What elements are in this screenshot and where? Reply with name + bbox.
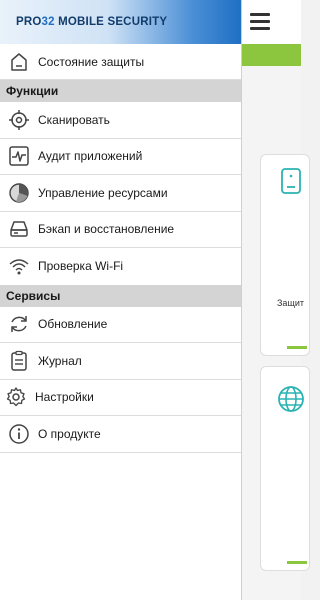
menu-item-wifi-check[interactable]: Проверка Wi-Fi <box>0 248 241 285</box>
section-header-services: Сервисы <box>0 284 241 307</box>
dashboard-card-protection[interactable]: Защит <box>260 154 310 356</box>
menu-item-scan[interactable]: Сканировать <box>0 102 241 139</box>
wifi-icon <box>8 255 30 277</box>
card-indicator <box>287 346 307 349</box>
card-indicator <box>287 561 307 564</box>
menu-item-label: Аудит приложений <box>38 149 143 164</box>
menu-item-journal[interactable]: Журнал <box>0 343 241 380</box>
app-logo: PRO32 MOBILE SECURITY <box>16 16 168 28</box>
phone-icon <box>281 168 301 194</box>
menu-item-settings[interactable]: Настройки <box>0 379 241 416</box>
menu-item-label: Управление ресурсами <box>38 185 168 200</box>
menu-item-about[interactable]: О продукте <box>0 416 241 453</box>
menu-item-label: Сканировать <box>38 112 110 127</box>
menu-item-label: Проверка Wi-Fi <box>38 259 124 274</box>
globe-icon <box>278 386 304 412</box>
menu-item-label: Бэкап и восстановление <box>38 222 175 237</box>
gear-icon <box>5 386 27 408</box>
hamburger-menu-icon[interactable] <box>250 13 270 31</box>
menu-item-label: Настройки <box>35 390 94 405</box>
info-icon <box>8 423 30 445</box>
target-icon <box>8 109 30 131</box>
drive-icon <box>8 218 30 240</box>
shield-home-icon <box>8 51 30 73</box>
menu-item-backup-restore[interactable]: Бэкап и восстановление <box>0 211 241 248</box>
clipboard-icon <box>8 350 30 372</box>
dashboard-card-web[interactable] <box>260 366 310 571</box>
dashboard-card-label: Защит <box>277 298 304 308</box>
menu-item-label: О продукте <box>38 426 101 441</box>
pulse-icon <box>8 145 30 167</box>
menu-item-update[interactable]: Обновление <box>0 306 241 343</box>
pie-chart-icon <box>8 182 30 204</box>
menu-item-protection-status[interactable]: Состояние защиты <box>0 44 241 80</box>
section-header-functions: Функции <box>0 80 241 102</box>
menu-item-label: Состояние защиты <box>38 54 145 69</box>
refresh-icon <box>8 313 30 335</box>
menu-item-app-audit[interactable]: Аудит приложений <box>0 138 241 175</box>
menu-item-label: Обновление <box>38 317 108 332</box>
menu-item-label: Журнал <box>38 353 82 368</box>
status-green-bar <box>242 44 301 66</box>
navigation-drawer: PRO32 MOBILE SECURITY Состояние защиты Ф… <box>0 0 242 600</box>
menu-item-resource-management[interactable]: Управление ресурсами <box>0 175 241 212</box>
drawer-header: PRO32 MOBILE SECURITY <box>0 0 241 44</box>
